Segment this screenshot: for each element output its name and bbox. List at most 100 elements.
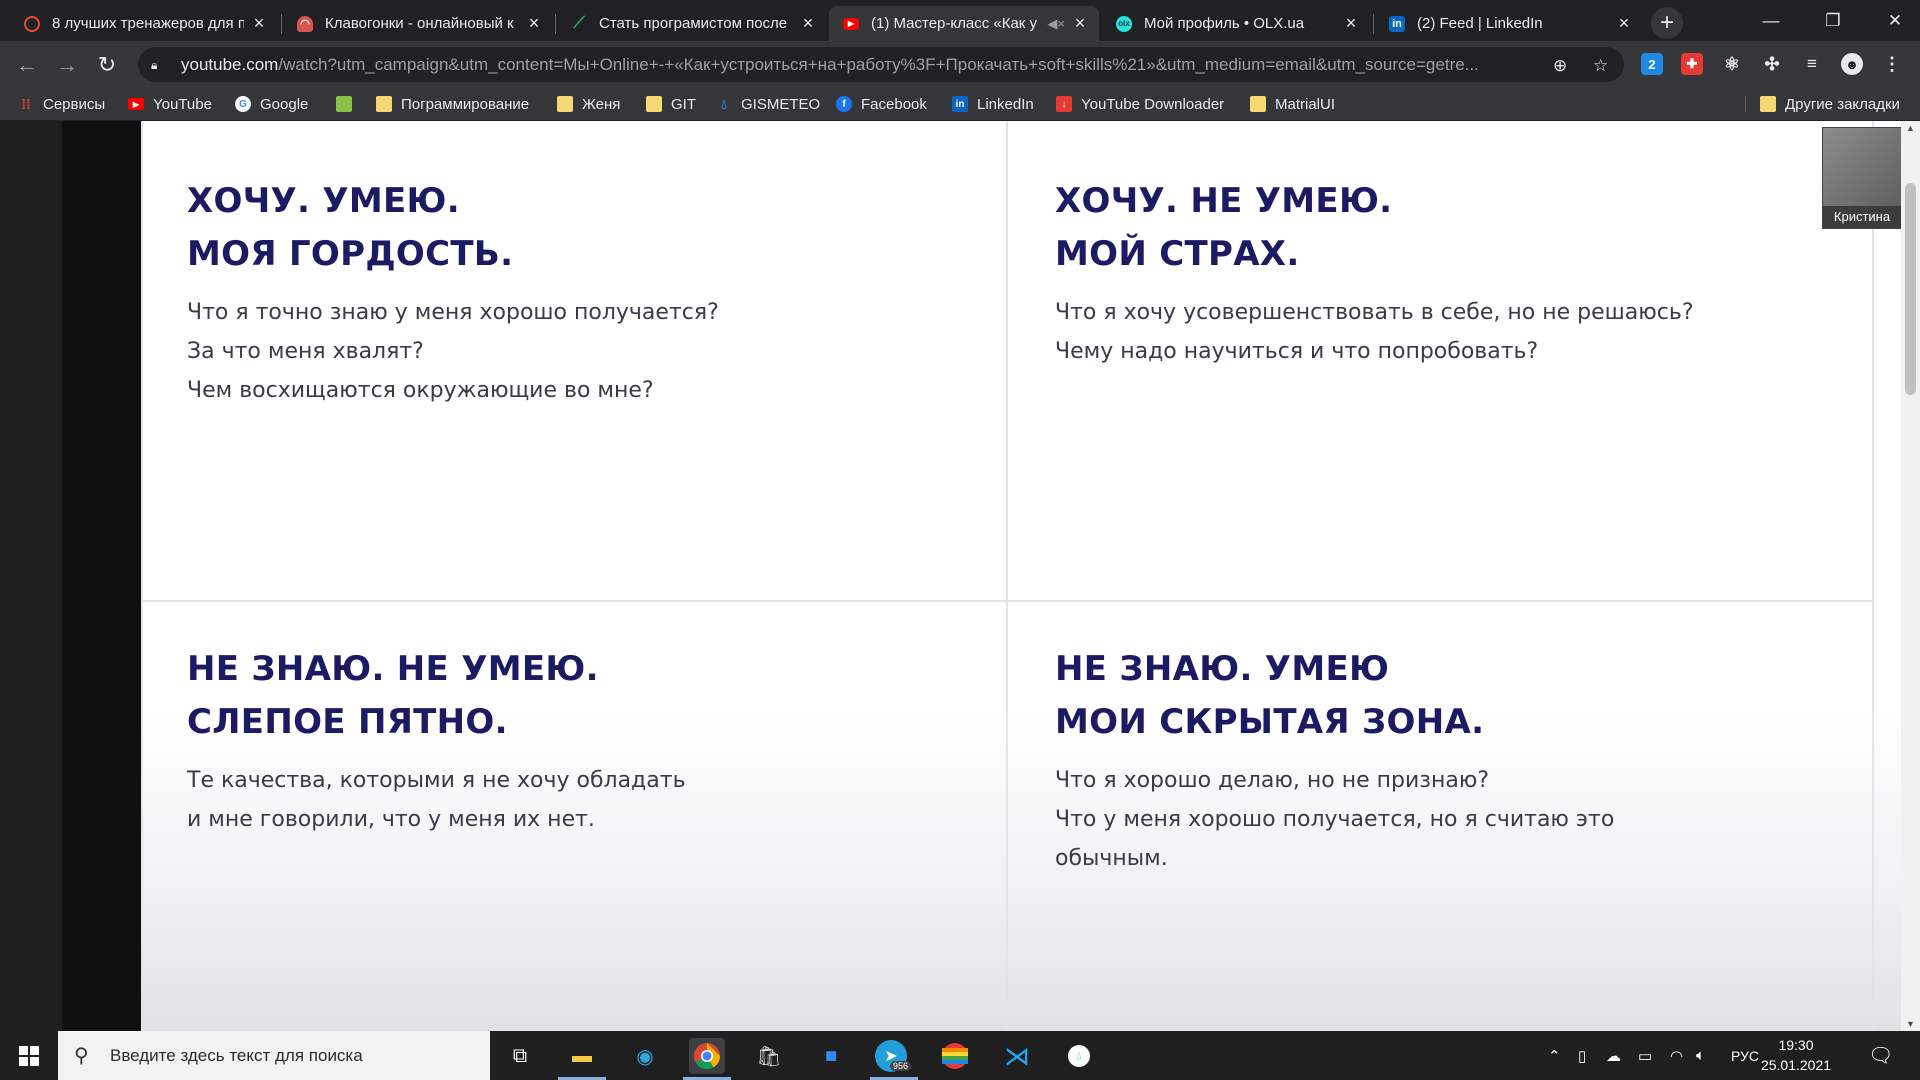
windows-start-button[interactable] [0,1031,58,1080]
onedrive-icon[interactable]: ☁ [1606,1031,1621,1080]
bookmark-other[interactable]: Другие закладки [1760,93,1900,115]
forward-arrow-icon[interactable]: → [51,49,83,81]
participant-name: Кристина [1823,206,1901,228]
quadrant-title: НЕ ЗНАЮ. НЕ УМЕЮ. СЛЕПОЕ ПЯТНО. [187,649,599,742]
google-icon: G [235,96,251,112]
quadrant-text: Что я точно знаю у меня хорошо получаетс… [187,300,719,403]
show-hidden-icons[interactable]: ⌃ [1548,1031,1561,1080]
close-icon[interactable]: × [1615,13,1633,34]
facebook-icon: f [836,96,852,112]
bookmark-divider [1745,96,1746,112]
video-player[interactable]: ХОЧУ. УМЕЮ. МОЯ ГОРДОСТЬ. Что я точно зн… [62,121,1920,1031]
tab-0[interactable]: 8 лучших тренажеров для п × [10,6,278,41]
extension-2-icon[interactable]: 2 [1641,53,1663,75]
bookmark-folder-git[interactable]: GIT [646,93,696,115]
taskbar-search-box[interactable]: ⚲ Введите здесь текст для поиска [58,1031,490,1080]
quadrant-text: Что я хорошо делаю, но не признаю? Что у… [1055,768,1615,871]
task-view-icon[interactable]: ⧉ [502,1038,538,1074]
tab-label: (2) Feed | LinkedIn [1417,15,1543,32]
close-icon[interactable]: × [1071,13,1089,34]
reload-icon[interactable]: ↻ [91,49,123,81]
more-menu-icon[interactable]: ⋮ [1881,53,1903,75]
tab-1[interactable]: ◠ Клавогонки - онлайновый к × [283,6,553,41]
klavogonki-icon: ◠ [297,15,313,32]
page-scrollbar[interactable]: ▲ ▼ [1901,121,1920,1031]
tab-label: Стать програмистом после [599,15,788,32]
close-icon[interactable]: × [525,13,543,34]
wifi-icon[interactable]: ◠ [1670,1031,1683,1080]
bookmark-image[interactable] [336,93,361,115]
clock-time: 19:30 [1778,1037,1814,1053]
bookmark-google[interactable]: G Google [235,93,308,115]
close-icon[interactable]: × [250,13,268,34]
bookmark-linkedin[interactable]: in LinkedIn [952,93,1034,115]
telegram-badge: 956 [890,1061,912,1071]
file-explorer-icon[interactable]: ▬ [564,1038,600,1074]
speaker-muted-icon[interactable]: ◀× [1047,16,1065,32]
window-close-button[interactable]: ✕ [1872,0,1918,41]
tab-3-active[interactable]: ▶ (1) Мастер-класс «Как у ◀× × [829,6,1099,41]
bookmark-folder-materialui[interactable]: MatrialUI [1250,93,1335,115]
tab-5[interactable]: in (2) Feed | LinkedIn × [1375,6,1643,41]
rainbow-app-icon[interactable] [937,1038,973,1074]
drop-app-icon[interactable]: 💧︎ [1061,1038,1097,1074]
youtube-icon: ▶ [128,98,144,110]
participant-thumbnail[interactable]: Кристина [1822,127,1902,229]
bookmark-youtube[interactable]: ▶ YouTube [128,93,212,115]
quadrant-title: ХОЧУ. УМЕЮ. МОЯ ГОРДОСТЬ. [187,181,514,274]
bookmarks-bar: ⁞⁞ Сервисы ▶ YouTube G Google Пограммирован… [0,88,1920,121]
apps-grid-icon: ⁞⁞ [21,96,31,112]
store-icon[interactable]: 🛍︎ [751,1038,787,1074]
tab-label: Клавогонки - онлайновый к [325,15,514,32]
download-icon: ↓ [1056,96,1072,112]
close-icon[interactable]: × [1342,13,1360,34]
react-devtools-icon[interactable]: ⚛ [1721,53,1743,75]
restore-button[interactable]: ❐ [1810,0,1856,41]
media-queue-icon[interactable]: ≡ [1801,53,1823,75]
scrollbar-thumb[interactable] [1905,183,1916,395]
gismeteo-icon: 💧︎ [721,95,727,112]
battery-icon[interactable]: ▭ [1638,1031,1652,1080]
scroll-down-arrow-icon[interactable]: ▼ [1901,1017,1920,1031]
bookmark-folder-zhenya[interactable]: Женя [557,93,620,115]
quadrant-text: Что я хочу усовершенствовать в себе, но … [1055,300,1694,364]
quadrant-title: ХОЧУ. НЕ УМЕЮ. МОЙ СТРАХ. [1055,181,1393,274]
install-app-icon[interactable]: ⊕ [1553,56,1567,76]
puzzle-extensions-icon[interactable]: ✣ [1761,53,1783,75]
tab-4[interactable]: olx Мой профиль • OLX.ua × [1102,6,1370,41]
grid-line [141,121,143,1031]
star-icon[interactable]: ☆ [1593,56,1608,76]
zoom-icon[interactable]: ■ [813,1038,849,1074]
notifications-icon[interactable]: 🗨︎ [1868,1031,1893,1080]
tab-separator [281,14,282,34]
language-indicator[interactable]: РУС [1731,1031,1759,1080]
bookmark-gismeteo[interactable]: 💧︎ GISMETEO [716,93,820,115]
url-text[interactable]: youtube.com/watch?utm_campaign&utm_conte… [181,55,1556,75]
tab-label: Мой профиль • OLX.ua [1144,15,1305,32]
clock-date: 25.01.2021 [1760,1057,1832,1073]
scroll-up-arrow-icon[interactable]: ▲ [1901,121,1920,135]
extension-red-icon[interactable]: ✚ [1681,53,1703,75]
back-arrow-icon[interactable]: ← [11,49,43,81]
folder-icon [646,96,662,112]
minimize-button[interactable]: — [1748,0,1794,41]
close-icon[interactable]: × [799,13,817,34]
bookmark-facebook[interactable]: f Facebook [836,93,927,115]
tab-2[interactable]: ⟋ Стать програмистом после × [557,6,827,41]
address-bar[interactable]: 🔒︎ youtube.com/watch?utm_campaign&utm_co… [138,47,1624,82]
device-icon[interactable]: ▯ [1578,1031,1586,1080]
bookmark-youtube-downloader[interactable]: ↓ YouTube Downloader [1056,93,1224,115]
profile-avatar-icon[interactable]: ☻ [1841,53,1863,75]
search-placeholder: Введите здесь текст для поиска [110,1045,363,1065]
system-clock[interactable]: 19:30 25.01.2021 [1758,1035,1834,1075]
page-content: ХОЧУ. УМЕЮ. МОЯ ГОРДОСТЬ. Что я точно зн… [0,121,1920,1031]
tab-label: (1) Мастер-класс «Как у [871,15,1038,32]
vscode-icon[interactable]: ⋊ [999,1038,1035,1074]
volume-icon[interactable]: 🔈︎ [1696,1031,1705,1080]
bookmark-folder-programming[interactable]: Пограммирование [376,93,529,115]
new-tab-button[interactable]: + [1651,7,1683,39]
bookmark-apps[interactable]: ⁞⁞ Сервисы [18,93,105,115]
edge-icon[interactable]: ◉ [627,1038,663,1074]
chrome-icon[interactable] [689,1038,725,1074]
codeguida-icon [24,15,40,32]
